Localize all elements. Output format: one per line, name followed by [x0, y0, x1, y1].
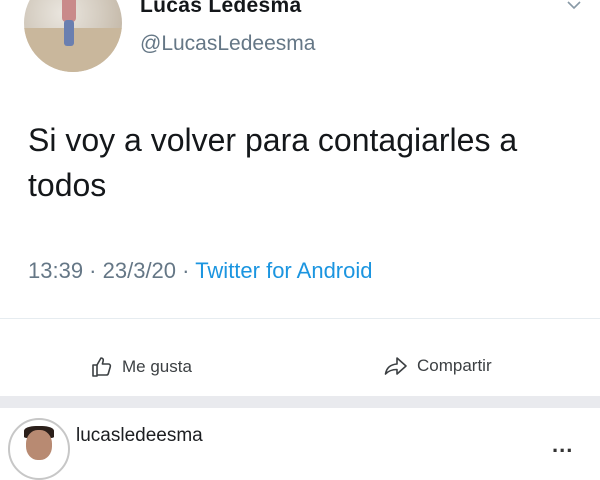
meta-separator: · [176, 258, 196, 283]
tweet-meta: 13:39 · 23/3/20 · Twitter for Android [28, 258, 373, 284]
more-dots-icon[interactable]: ... [552, 434, 573, 456]
poster-username[interactable]: lucasledeesma [76, 425, 203, 447]
user-handle[interactable]: @LucasLedeesma [140, 32, 315, 56]
share-arrow-icon [384, 357, 407, 375]
meta-separator: · [83, 258, 103, 283]
avatar-face [26, 430, 52, 460]
tweet-text: Si voy a volver para contagiarles a todo… [28, 122, 518, 203]
chevron-down-icon[interactable] [566, 0, 582, 12]
tweet-source-link[interactable]: Twitter for Android [195, 258, 372, 283]
tweet-time[interactable]: 13:39 [28, 258, 83, 283]
share-label: Compartir [417, 356, 492, 375]
avatar-figure-legs [64, 20, 74, 46]
poster-avatar[interactable] [8, 418, 70, 480]
avatar[interactable] [24, 0, 122, 72]
like-button[interactable]: Me gusta [90, 355, 192, 379]
tweet-date[interactable]: 23/3/20 [103, 258, 176, 283]
display-name[interactable]: Lucas Ledesma [140, 0, 301, 18]
share-button[interactable]: Compartir [383, 355, 492, 377]
divider [0, 318, 600, 319]
section-separator [0, 396, 600, 408]
tweet-card: Lucas Ledesma @LucasLedeesma Si voy a vo… [0, 0, 600, 300]
like-label: Me gusta [122, 357, 192, 376]
thumbs-up-icon [92, 357, 112, 377]
avatar-figure-body [62, 0, 76, 22]
